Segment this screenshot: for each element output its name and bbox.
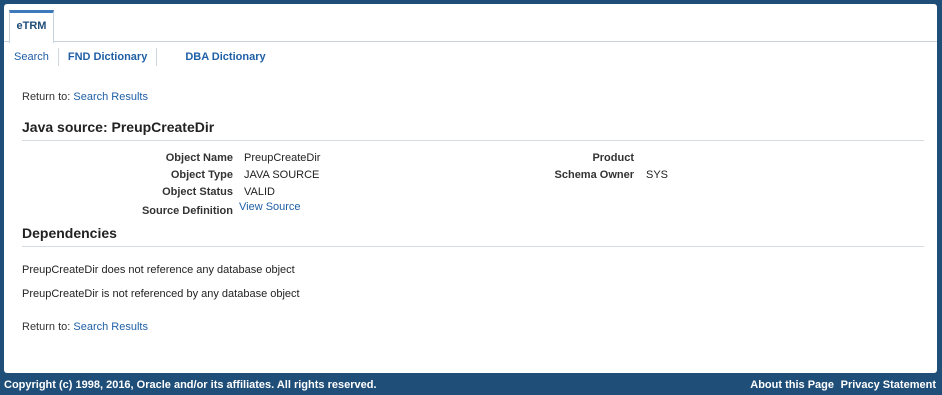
copyright-text: Copyright (c) 1998, 2016, Oracle and/or … xyxy=(4,379,377,391)
search-results-link[interactable]: Search Results xyxy=(73,321,148,333)
tab-etrm[interactable]: eTRM xyxy=(9,10,54,43)
detail-row-object-name: Object Name PreupCreateDir xyxy=(4,152,474,166)
return-label: Return to: xyxy=(22,321,71,333)
source-definition-label: Source Definition xyxy=(141,205,233,217)
view-source-link[interactable]: View Source xyxy=(239,201,301,213)
detail-row-product: Product xyxy=(474,152,914,166)
return-to-bottom: Return to: Search Results xyxy=(22,321,148,333)
content-panel: eTRM Search FND Dictionary DBA Dictionar… xyxy=(4,4,937,373)
object-status-value: VALID xyxy=(244,186,275,198)
object-type-label: Object Type xyxy=(170,169,233,181)
object-name-value: PreupCreateDir xyxy=(244,152,321,164)
return-label: Return to: xyxy=(22,91,71,103)
dependencies-heading: Dependencies xyxy=(22,225,924,247)
object-name-label: Object Name xyxy=(165,152,233,164)
nav-divider xyxy=(57,48,59,66)
about-this-page-link[interactable]: About this Page xyxy=(750,375,834,395)
return-to-top: Return to: Search Results xyxy=(22,91,148,103)
sub-navigation: Search FND Dictionary DBA Dictionary xyxy=(4,42,937,72)
schema-owner-label: Schema Owner xyxy=(554,169,634,181)
detail-row-schema-owner: Schema Owner SYS xyxy=(474,169,914,183)
nav-dba-dictionary-link[interactable]: DBA Dictionary xyxy=(185,51,265,63)
detail-row-object-status: Object Status VALID xyxy=(4,186,474,200)
nav-search-link[interactable]: Search xyxy=(14,51,49,63)
object-type-value: JAVA SOURCE xyxy=(244,169,320,181)
detail-row-object-type: Object Type JAVA SOURCE xyxy=(4,169,474,183)
detail-row-source-definition: Source Definition View Source xyxy=(4,201,474,219)
referenced-by-message: PreupCreateDir is not referenced by any … xyxy=(22,288,300,300)
schema-owner-value: SYS xyxy=(646,169,669,181)
page-title: Java source: PreupCreateDir xyxy=(22,119,924,141)
search-results-link[interactable]: Search Results xyxy=(73,91,148,103)
nav-divider xyxy=(156,48,158,66)
privacy-statement-link[interactable]: Privacy Statement xyxy=(841,375,936,395)
object-status-label: Object Status xyxy=(162,186,233,198)
references-message: PreupCreateDir does not reference any da… xyxy=(22,264,295,276)
product-label: Product xyxy=(592,152,634,164)
tab-bar: eTRM xyxy=(4,4,937,43)
nav-fnd-dictionary-link[interactable]: FND Dictionary xyxy=(68,51,147,63)
footer: Copyright (c) 1998, 2016, Oracle and/or … xyxy=(0,375,942,395)
